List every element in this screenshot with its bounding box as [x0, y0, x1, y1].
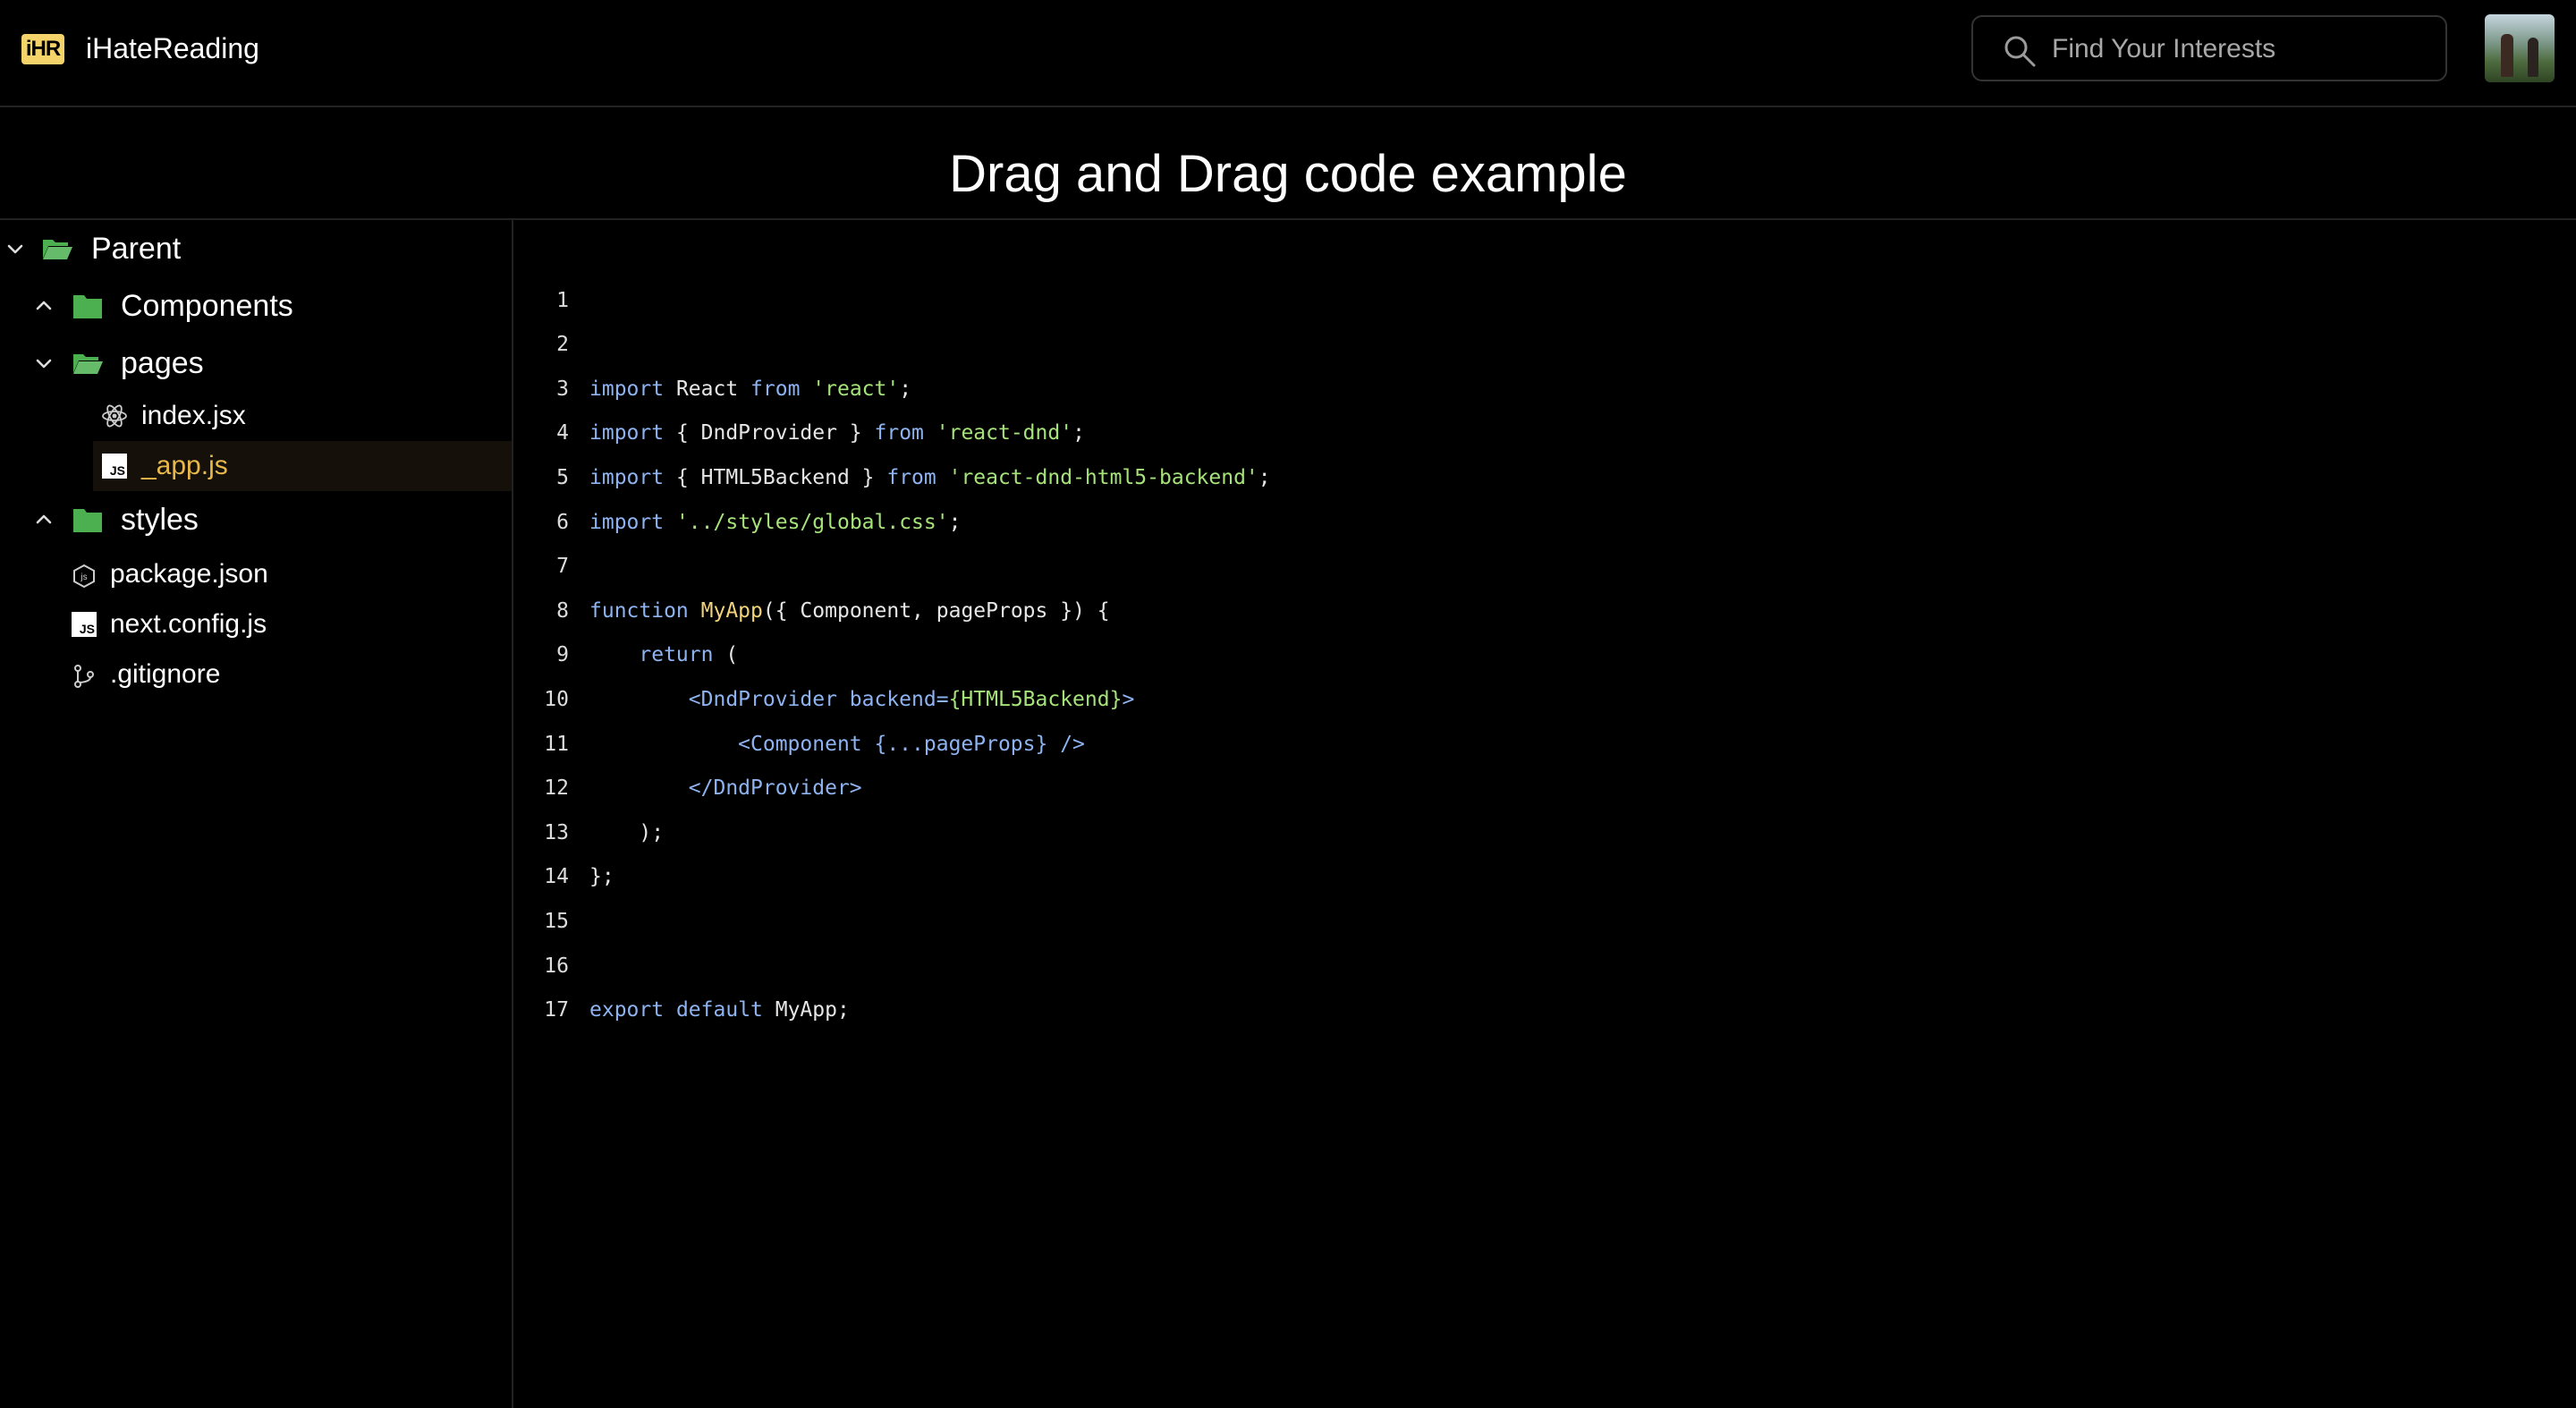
code-line: 6 — [513, 456, 2576, 534]
tree-folder-components[interactable]: Components — [0, 281, 512, 331]
tree-label-nextconfig: next.config.js — [110, 609, 267, 639]
code-line: 16 export default MyApp; — [513, 900, 2576, 1022]
chevron-down-icon[interactable] — [34, 353, 54, 373]
tree-file-index[interactable]: index.jsx — [0, 391, 512, 441]
code-line: 9 <DndProvider backend={HTML5Backend}> — [513, 589, 2576, 711]
search-icon — [2004, 36, 2036, 67]
search-input[interactable] — [2050, 17, 2429, 81]
tree-folder-styles[interactable]: styles — [0, 495, 512, 545]
code-line: 7 function MyApp({ Component, pageProps … — [513, 501, 2576, 623]
tree-label-parent: Parent — [91, 232, 182, 266]
code-line: 1 — [513, 234, 2576, 312]
file-tree-sidebar: Parent Components pages index.jsx JS _ap… — [0, 220, 513, 1408]
code-line: 13 }; — [513, 767, 2576, 889]
tree-file-gitignore[interactable]: .gitignore — [0, 649, 512, 700]
code-line: 4 import { HTML5Backend } from 'react-dn… — [513, 368, 2576, 489]
tree-label-package: package.json — [110, 559, 268, 589]
code-line: 14 — [513, 811, 2576, 888]
user-avatar[interactable] — [2485, 14, 2555, 82]
search-box[interactable] — [1971, 15, 2447, 81]
js-file-icon: JS — [72, 612, 97, 637]
code-line: 3 import { DndProvider } from 'react-dnd… — [513, 323, 2576, 445]
tree-folder-pages[interactable]: pages — [0, 338, 512, 388]
code-line: 12 ); — [513, 723, 2576, 844]
tree-file-app-selected[interactable]: JS _app.js — [93, 441, 512, 491]
tree-folder-parent[interactable]: Parent — [0, 224, 512, 274]
js-file-icon: JS — [102, 454, 127, 479]
tree-label-app: _app.js — [141, 451, 228, 480]
folder-open-icon — [43, 240, 72, 259]
code-line: 17 — [513, 945, 2576, 1022]
tree-label-styles: styles — [121, 503, 199, 537]
tree-label-components: Components — [121, 289, 293, 323]
tree-file-nextconfig[interactable]: JS next.config.js — [0, 599, 512, 649]
page-title: Drag and Drag code example — [949, 145, 1627, 203]
code-line: 2 import React from 'react'; — [513, 279, 2576, 401]
svg-text:js: js — [80, 573, 87, 582]
react-icon — [102, 404, 127, 428]
code-line: 5 import '../styles/global.css'; — [513, 411, 2576, 534]
chevron-up-icon[interactable] — [34, 296, 54, 316]
git-branch-icon — [74, 665, 94, 688]
folder-icon — [73, 295, 102, 318]
nodejs-icon: js — [73, 564, 95, 589]
app-logo[interactable]: iHR — [21, 34, 64, 64]
folder-icon — [73, 509, 102, 532]
line-number: 17 — [544, 998, 569, 1022]
code-line: 10 <Component {...pageProps} /> — [513, 633, 2576, 756]
tree-file-package[interactable]: js package.json — [0, 549, 512, 599]
top-nav-bar: iHR iHateReading — [0, 0, 2576, 107]
tree-label-index: index.jsx — [141, 401, 246, 430]
code-text: export default MyApp; — [589, 998, 850, 1022]
folder-open-icon — [73, 354, 103, 374]
code-line: 15 — [513, 855, 2576, 933]
code-line: 11 </DndProvider> — [513, 678, 2576, 801]
code-editor[interactable]: 1 2 import React from 'react'; 3 import … — [513, 220, 2576, 1408]
code-line: 8 return ( — [513, 545, 2576, 667]
app-title[interactable]: iHateReading — [86, 30, 259, 66]
chevron-up-icon[interactable] — [34, 510, 54, 530]
tree-label-gitignore: .gitignore — [110, 659, 221, 689]
tree-label-pages: pages — [121, 346, 204, 380]
chevron-down-icon[interactable] — [5, 239, 25, 259]
